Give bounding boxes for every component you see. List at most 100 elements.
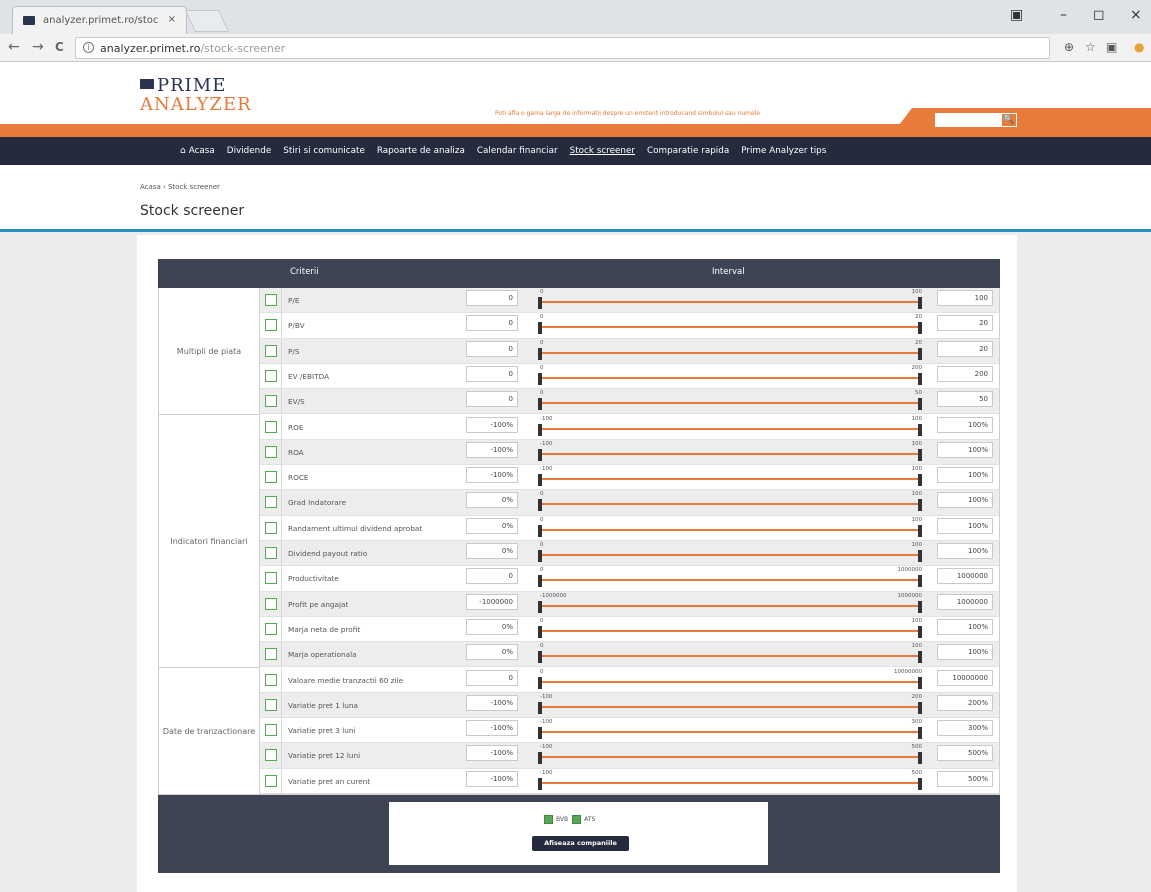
max-input[interactable]: 20 xyxy=(937,315,993,332)
min-input[interactable]: -100% xyxy=(466,745,518,762)
max-input[interactable]: 200 xyxy=(937,365,993,382)
range-slider[interactable]: 0 200 xyxy=(538,365,922,387)
restore-button[interactable]: ◻ xyxy=(1093,7,1105,23)
zoom-icon[interactable]: ⊕ xyxy=(1064,40,1074,54)
criteria-checkbox[interactable] xyxy=(265,294,277,306)
slider-min-handle[interactable] xyxy=(538,448,542,461)
nav-item-2[interactable]: Stiri si comunicate xyxy=(283,146,365,156)
range-slider[interactable]: 0 100 xyxy=(538,643,922,665)
range-slider[interactable]: 0 100 xyxy=(538,618,922,640)
criteria-checkbox[interactable] xyxy=(265,698,277,711)
nav-item-3[interactable]: Rapoarte de analiza xyxy=(377,146,465,156)
criteria-checkbox[interactable] xyxy=(265,445,277,458)
slider-max-handle[interactable] xyxy=(918,651,922,664)
max-input[interactable]: 100% xyxy=(937,517,993,534)
min-input[interactable]: -100% xyxy=(466,770,518,787)
range-slider[interactable]: 0 100 xyxy=(538,517,922,539)
criteria-checkbox[interactable] xyxy=(265,622,277,635)
slider-min-handle[interactable] xyxy=(538,575,542,588)
slider-min-handle[interactable] xyxy=(538,701,542,714)
min-input[interactable]: 0 xyxy=(466,315,518,332)
criteria-checkbox[interactable] xyxy=(265,572,277,585)
search-button[interactable]: 🔍 xyxy=(1001,113,1017,127)
max-input[interactable]: 500% xyxy=(937,770,993,787)
extension-icon[interactable]: ▣ xyxy=(1106,40,1117,54)
slider-max-handle[interactable] xyxy=(918,297,922,309)
slider-max-handle[interactable] xyxy=(918,701,922,714)
site-logo[interactable]: PRIME ANALYZER xyxy=(140,77,252,115)
min-input[interactable]: 0 xyxy=(466,290,518,306)
min-input[interactable]: 0 xyxy=(466,669,518,686)
range-slider[interactable]: 0 100 xyxy=(538,289,922,311)
issuer-search-input[interactable] xyxy=(935,113,1001,127)
max-input[interactable]: 100% xyxy=(937,492,993,509)
criteria-checkbox[interactable] xyxy=(265,648,277,661)
criteria-checkbox[interactable] xyxy=(265,496,277,509)
range-slider[interactable]: -100 100 xyxy=(538,416,922,438)
tab-close-icon[interactable]: × xyxy=(168,14,176,25)
slider-min-handle[interactable] xyxy=(538,600,542,613)
max-input[interactable]: 100% xyxy=(937,543,993,559)
min-input[interactable]: 0% xyxy=(466,492,518,509)
nav-item-7[interactable]: Prime Analyzer tips xyxy=(741,146,826,156)
criteria-checkbox[interactable] xyxy=(265,547,277,559)
min-input[interactable]: -1000000 xyxy=(466,593,518,610)
slider-min-handle[interactable] xyxy=(538,524,542,537)
slider-max-handle[interactable] xyxy=(918,474,922,487)
ats-checkbox[interactable] xyxy=(572,815,582,824)
slider-max-handle[interactable] xyxy=(918,322,922,335)
criteria-checkbox[interactable] xyxy=(265,471,277,484)
min-input[interactable]: -100% xyxy=(466,441,518,458)
slider-min-handle[interactable] xyxy=(538,423,542,436)
max-input[interactable]: 1000000 xyxy=(937,568,993,585)
slider-min-handle[interactable] xyxy=(538,777,542,790)
forward-button[interactable]: → xyxy=(32,39,44,55)
max-input[interactable]: 100% xyxy=(937,644,993,661)
max-input[interactable]: 300% xyxy=(937,720,993,737)
nav-item-1[interactable]: Dividende xyxy=(227,146,271,156)
min-input[interactable]: 0% xyxy=(466,543,518,559)
range-slider[interactable]: -1000000 1000000 xyxy=(538,593,922,615)
min-input[interactable]: -100% xyxy=(466,720,518,737)
range-slider[interactable]: 0 1000000 xyxy=(538,567,922,589)
max-input[interactable]: 20 xyxy=(937,340,993,357)
range-slider[interactable]: 0 50 xyxy=(538,390,922,412)
slider-min-handle[interactable] xyxy=(538,474,542,487)
range-slider[interactable]: 0 20 xyxy=(538,314,922,336)
slider-min-handle[interactable] xyxy=(538,398,542,411)
back-button[interactable]: ← xyxy=(8,39,20,55)
min-input[interactable]: 0% xyxy=(466,644,518,661)
criteria-checkbox[interactable] xyxy=(265,395,277,408)
nav-item-0[interactable]: ⌂ Acasa xyxy=(180,146,215,156)
min-input[interactable]: 0% xyxy=(466,618,518,635)
reload-button[interactable]: C xyxy=(55,40,64,54)
criteria-checkbox[interactable] xyxy=(265,319,277,332)
slider-min-handle[interactable] xyxy=(538,550,542,562)
criteria-checkbox[interactable] xyxy=(265,673,277,686)
minimize-button[interactable]: – xyxy=(1060,7,1067,23)
slider-max-handle[interactable] xyxy=(918,600,922,613)
criteria-checkbox[interactable] xyxy=(265,369,277,382)
slider-max-handle[interactable] xyxy=(918,676,922,689)
range-slider[interactable]: 0 10000000 xyxy=(538,669,922,691)
min-input[interactable]: 0 xyxy=(466,340,518,357)
max-input[interactable]: 10000000 xyxy=(937,669,993,686)
range-slider[interactable]: -100 200 xyxy=(538,694,922,716)
slider-max-handle[interactable] xyxy=(918,575,922,588)
min-input[interactable]: 0 xyxy=(466,391,518,408)
slider-max-handle[interactable] xyxy=(918,777,922,790)
criteria-checkbox[interactable] xyxy=(265,749,277,762)
slider-max-handle[interactable] xyxy=(918,499,922,512)
min-input[interactable]: -100% xyxy=(466,694,518,711)
max-input[interactable]: 100% xyxy=(937,618,993,635)
nav-item-4[interactable]: Calendar financiar xyxy=(477,146,558,156)
max-input[interactable]: 100% xyxy=(937,416,993,433)
close-window-button[interactable]: × xyxy=(1130,7,1142,23)
slider-min-handle[interactable] xyxy=(538,322,542,335)
criteria-checkbox[interactable] xyxy=(265,597,277,610)
min-input[interactable]: 0 xyxy=(466,568,518,585)
range-slider[interactable]: 0 100 xyxy=(538,542,922,564)
breadcrumb[interactable]: Acasa › Stock screener xyxy=(140,183,220,191)
min-input[interactable]: 0% xyxy=(466,517,518,534)
range-slider[interactable]: 0 20 xyxy=(538,340,922,362)
